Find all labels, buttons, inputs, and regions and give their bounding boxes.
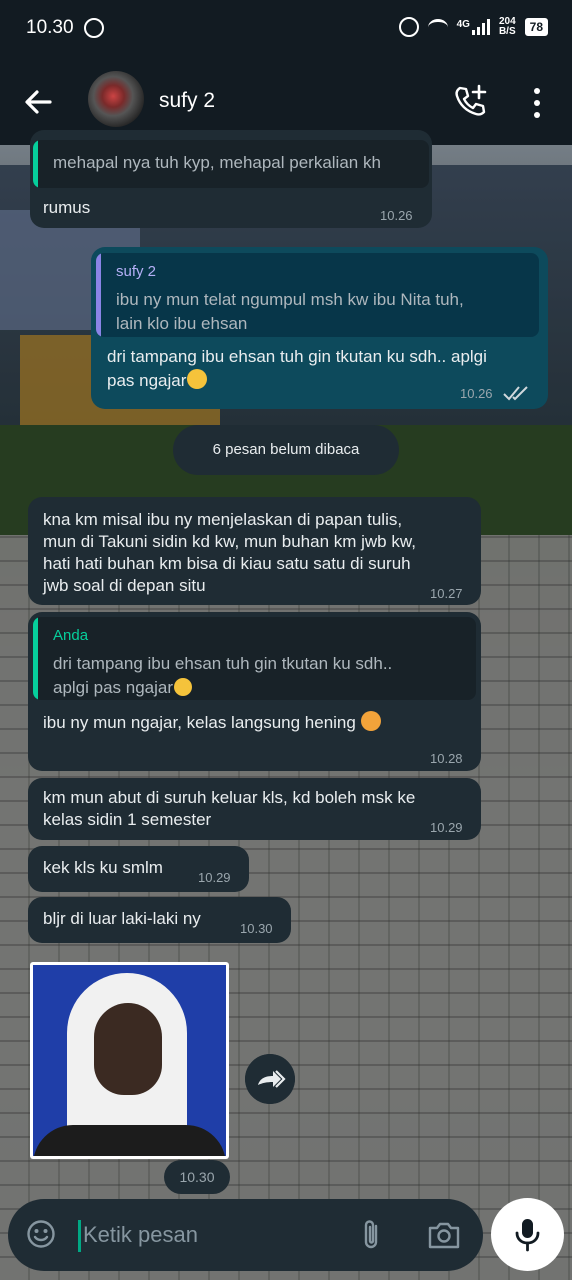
smiling-hearts-emoji-icon (360, 711, 381, 731)
voice-message-button[interactable] (491, 1198, 564, 1271)
message-time: 10.30 (179, 1169, 215, 1185)
message-text: pas ngajar (107, 369, 208, 392)
signal-icon (471, 19, 490, 35)
message-time: 10.26 (460, 386, 493, 401)
message-input[interactable] (83, 1217, 343, 1253)
more-options-icon[interactable] (527, 86, 547, 120)
message-bubble-outgoing[interactable]: sufy 2 ibu ny mun telat ngumpul msh kw i… (91, 247, 548, 409)
message-text: rumus (43, 198, 91, 217)
text-cursor (78, 1220, 81, 1252)
emoji-icon[interactable] (26, 1219, 56, 1249)
quoted-message[interactable]: sufy 2 ibu ny mun telat ngumpul msh kw i… (96, 253, 539, 337)
message-bubble[interactable]: kek kls ku smlm 10.29 (28, 846, 249, 892)
camera-icon[interactable] (427, 1220, 461, 1250)
message-bubble[interactable]: km mun abut di suruh keluar kls, kd bole… (28, 778, 481, 840)
message-composer (8, 1199, 483, 1271)
attach-icon[interactable] (357, 1218, 385, 1252)
quoted-message[interactable]: mehapal nya tuh kyp, mehapal perkalian k… (33, 140, 429, 188)
contact-name[interactable]: sufy 2 (159, 89, 215, 113)
forward-icon[interactable] (245, 1054, 295, 1104)
message-time: 10.28 (430, 751, 463, 766)
add-call-icon[interactable] (452, 83, 488, 119)
wifi-icon (427, 18, 448, 36)
image-message[interactable] (30, 962, 229, 1159)
message-time: 10.27 (430, 586, 463, 601)
photo-thumbnail[interactable] (33, 965, 226, 1156)
message-time: 10.29 (430, 820, 463, 835)
quoted-message[interactable]: Anda dri tampang ibu ehsan tuh gin tkuta… (33, 617, 476, 700)
back-arrow-icon[interactable] (22, 86, 54, 118)
image-time-badge: 10.30 (164, 1160, 230, 1194)
message-time: 10.30 (240, 921, 273, 936)
message-bubble[interactable]: kna km misal ibu ny menjelaskan di papan… (28, 497, 481, 605)
alarm-icon (398, 17, 419, 37)
crying-emoji-icon (174, 678, 193, 696)
message-time: 10.29 (198, 870, 231, 885)
message-bubble[interactable]: bljr di luar laki-laki ny 10.30 (28, 897, 291, 943)
network-type: 4G (456, 19, 470, 30)
crying-emoji-icon (187, 369, 208, 389)
network-speed: 204 B/S (498, 16, 516, 37)
message-time: 10.26 (380, 208, 413, 223)
message-bubble[interactable]: mehapal nya tuh kyp, mehapal perkalian k… (30, 130, 432, 228)
status-time: 10.30 (26, 17, 74, 38)
status-bar: 10.30 4G 204 B/S 78 (0, 0, 572, 58)
message-text: ibu ny mun ngajar, kelas langsung hening (43, 713, 356, 732)
unread-messages-badge: 6 pesan belum dibaca (173, 425, 399, 475)
message-bubble[interactable]: Anda dri tampang ibu ehsan tuh gin tkuta… (28, 612, 481, 771)
whatsapp-notification-icon (84, 18, 104, 38)
contact-avatar[interactable] (88, 71, 144, 127)
microphone-icon (515, 1219, 540, 1252)
battery-indicator: 78 (524, 18, 548, 36)
read-receipt-icon (503, 386, 528, 401)
message-text: dri tampang ibu ehsan tuh gin tkutan ku … (107, 347, 487, 366)
